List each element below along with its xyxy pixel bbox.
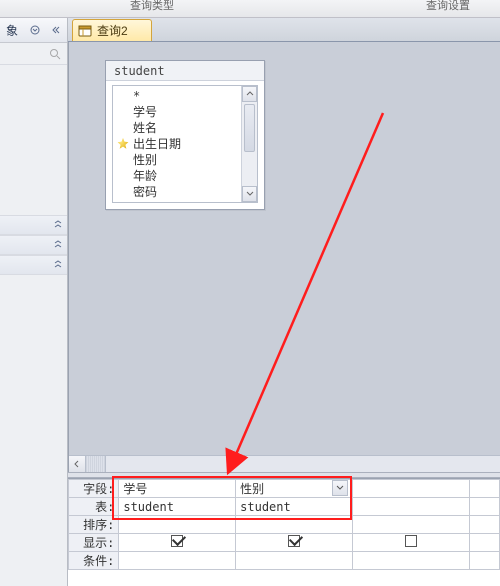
qbe-cell-field[interactable] — [352, 480, 469, 498]
query-icon — [77, 23, 93, 39]
qbe-cell-criteria[interactable] — [352, 552, 469, 570]
chevron-down-icon — [336, 484, 344, 492]
qbe-cell-criteria[interactable] — [469, 552, 499, 570]
field-list-scrollbar[interactable] — [241, 86, 257, 202]
checkbox-icon[interactable] — [288, 535, 300, 547]
scroll-left-button[interactable] — [69, 456, 86, 472]
scrollbar-thumb[interactable] — [244, 104, 255, 152]
nav-group-header[interactable] — [0, 255, 67, 275]
nav-group-header[interactable] — [0, 215, 67, 235]
qbe-cell-show[interactable] — [352, 534, 469, 552]
checkbox-icon[interactable] — [171, 535, 183, 547]
qbe-cell-sort[interactable] — [469, 516, 499, 534]
qbe-row-label: 字段: — [69, 480, 119, 498]
collapse-icon[interactable] — [47, 22, 63, 38]
qbe-cell-sort[interactable] — [119, 516, 236, 534]
ribbon-group-label: 查询类型 — [130, 0, 174, 12]
field-list-item[interactable]: 出生日期 — [113, 136, 241, 152]
tab-query2[interactable]: 查询2 — [72, 19, 152, 41]
ribbon-group-label: 查询设置 — [426, 0, 470, 12]
expand-icon — [53, 220, 63, 230]
tab-label: 查询2 — [97, 22, 128, 39]
qbe-cell-table[interactable] — [352, 498, 469, 516]
nav-header[interactable]: 象 — [0, 18, 67, 43]
field-list-item[interactable]: 性别 — [113, 152, 241, 168]
table-window-title: student — [106, 61, 264, 81]
expand-icon — [53, 260, 63, 270]
qbe-row-criteria: 条件: — [69, 552, 500, 570]
ribbon-groups: 查询类型 查询设置 — [0, 0, 500, 18]
field-list-item[interactable]: 学号 — [113, 104, 241, 120]
qbe-cell-table[interactable]: student — [119, 498, 236, 516]
field-list-item[interactable]: 密码 — [113, 184, 241, 200]
qbe-cell-table[interactable]: student — [236, 498, 353, 516]
qbe-row-label: 显示: — [69, 534, 119, 552]
field-list-item[interactable]: 年龄 — [113, 168, 241, 184]
qbe-row-label: 条件: — [69, 552, 119, 570]
field-list[interactable]: *学号姓名出生日期性别年龄密码 — [113, 86, 241, 202]
qbe-cell-show[interactable] — [236, 534, 353, 552]
chevron-up-icon — [246, 90, 254, 98]
chevron-left-icon — [73, 460, 81, 468]
expand-icon — [53, 240, 63, 250]
qbe-cell-criteria[interactable] — [236, 552, 353, 570]
navigation-pane: 象 — [0, 18, 68, 586]
scroll-down-button[interactable] — [242, 186, 257, 202]
dropdown-button[interactable] — [332, 480, 348, 496]
qbe-cell-show[interactable] — [119, 534, 236, 552]
search-icon — [49, 48, 61, 60]
field-list-item[interactable]: * — [113, 88, 241, 104]
scroll-up-button[interactable] — [242, 86, 257, 102]
qbe-row-sort: 排序: — [69, 516, 500, 534]
nav-title: 象 — [4, 22, 23, 39]
nav-group-header[interactable] — [0, 235, 67, 255]
qbe-cell-field[interactable] — [469, 480, 499, 498]
document-tabs: 查询2 — [68, 18, 500, 42]
qbe-cell-sort[interactable] — [236, 516, 353, 534]
horizontal-scrollbar[interactable] — [69, 455, 500, 472]
table-window-student[interactable]: student *学号姓名出生日期性别年龄密码 — [105, 60, 265, 210]
scrollbar-track[interactable] — [106, 456, 500, 472]
query-design-surface[interactable]: student *学号姓名出生日期性别年龄密码 — [68, 42, 500, 472]
qbe-row-label: 排序: — [69, 516, 119, 534]
nav-search[interactable] — [0, 43, 67, 65]
scrollbar-thumb[interactable] — [86, 456, 106, 472]
qbe-cell-field[interactable]: 性别 — [236, 480, 353, 498]
qbe-row-label: 表: — [69, 498, 119, 516]
qbe-grid: 字段: 学号 性别 表: student student 排序: — [68, 478, 500, 586]
field-list-container: *学号姓名出生日期性别年龄密码 — [112, 85, 258, 203]
dropdown-icon[interactable] — [27, 22, 43, 38]
qbe-cell-criteria[interactable] — [119, 552, 236, 570]
qbe-cell-sort[interactable] — [352, 516, 469, 534]
qbe-cell-table[interactable] — [469, 498, 499, 516]
qbe-row-field: 字段: 学号 性别 — [69, 480, 500, 498]
qbe-row-table: 表: student student — [69, 498, 500, 516]
checkbox-icon[interactable] — [405, 535, 417, 547]
qbe-cell-field[interactable]: 学号 — [119, 480, 236, 498]
field-list-item[interactable]: 姓名 — [113, 120, 241, 136]
qbe-cell-show[interactable] — [469, 534, 499, 552]
chevron-down-icon — [246, 190, 254, 198]
document-area: 查询2 student *学号姓名出生日期性别年龄密码 — [68, 18, 500, 586]
qbe-row-show: 显示: — [69, 534, 500, 552]
qbe-table: 字段: 学号 性别 表: student student 排序: — [68, 479, 500, 570]
